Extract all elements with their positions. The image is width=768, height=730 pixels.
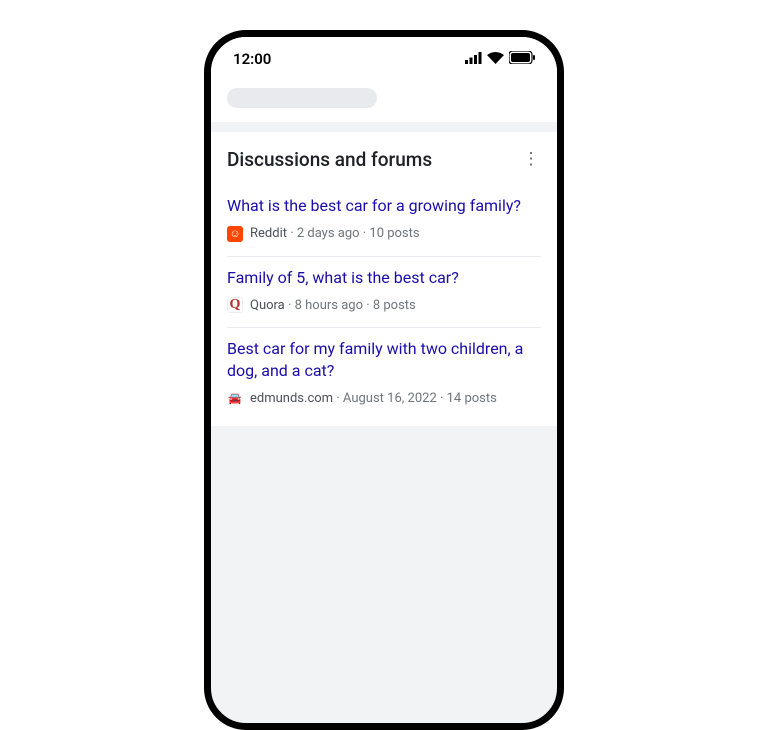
wifi-icon (487, 50, 504, 68)
meta-text: · 8 hours ago · 8 posts (285, 298, 416, 313)
phone-frame: 12:00 Discussions and forums ⋮ What is t… (204, 30, 564, 730)
card-title: Discussions and forums (227, 148, 432, 171)
discussion-meta: ☺ Reddit · 2 days ago · 10 posts (227, 226, 541, 242)
discussion-item[interactable]: Best car for my family with two children… (227, 328, 541, 420)
spacer (211, 122, 557, 132)
source-name: Reddit (250, 226, 287, 241)
discussion-item[interactable]: What is the best car for a growing famil… (227, 185, 541, 257)
discussion-link[interactable]: Best car for my family with two children… (227, 338, 541, 381)
discussion-meta: 🚘 edmunds.com · August 16, 2022 · 14 pos… (227, 390, 541, 406)
status-time: 12:00 (233, 50, 271, 68)
discussion-link[interactable]: What is the best car for a growing famil… (227, 195, 541, 217)
status-bar: 12:00 (211, 37, 557, 78)
skeleton-placeholder (227, 88, 377, 108)
search-skeleton-area (211, 78, 557, 122)
reddit-icon: ☺ (227, 226, 243, 242)
spacer (211, 426, 557, 436)
source-name: Quora (250, 298, 285, 313)
status-icons (465, 50, 535, 68)
card-header: Discussions and forums ⋮ (227, 148, 541, 171)
signal-icon (465, 50, 482, 68)
quora-icon: Q (227, 297, 243, 313)
discussion-link[interactable]: Family of 5, what is the best car? (227, 267, 541, 289)
meta-text: · 2 days ago · 10 posts (287, 226, 420, 241)
discussion-item[interactable]: Family of 5, what is the best car? Q Quo… (227, 257, 541, 329)
discussion-meta: Q Quora · 8 hours ago · 8 posts (227, 297, 541, 313)
meta-text: · August 16, 2022 · 14 posts (333, 391, 497, 406)
discussions-card: Discussions and forums ⋮ What is the bes… (211, 132, 557, 426)
source-name: edmunds.com (250, 391, 333, 406)
edmunds-icon: 🚘 (227, 390, 243, 406)
more-options-button[interactable]: ⋮ (521, 151, 541, 168)
battery-icon (509, 50, 535, 68)
